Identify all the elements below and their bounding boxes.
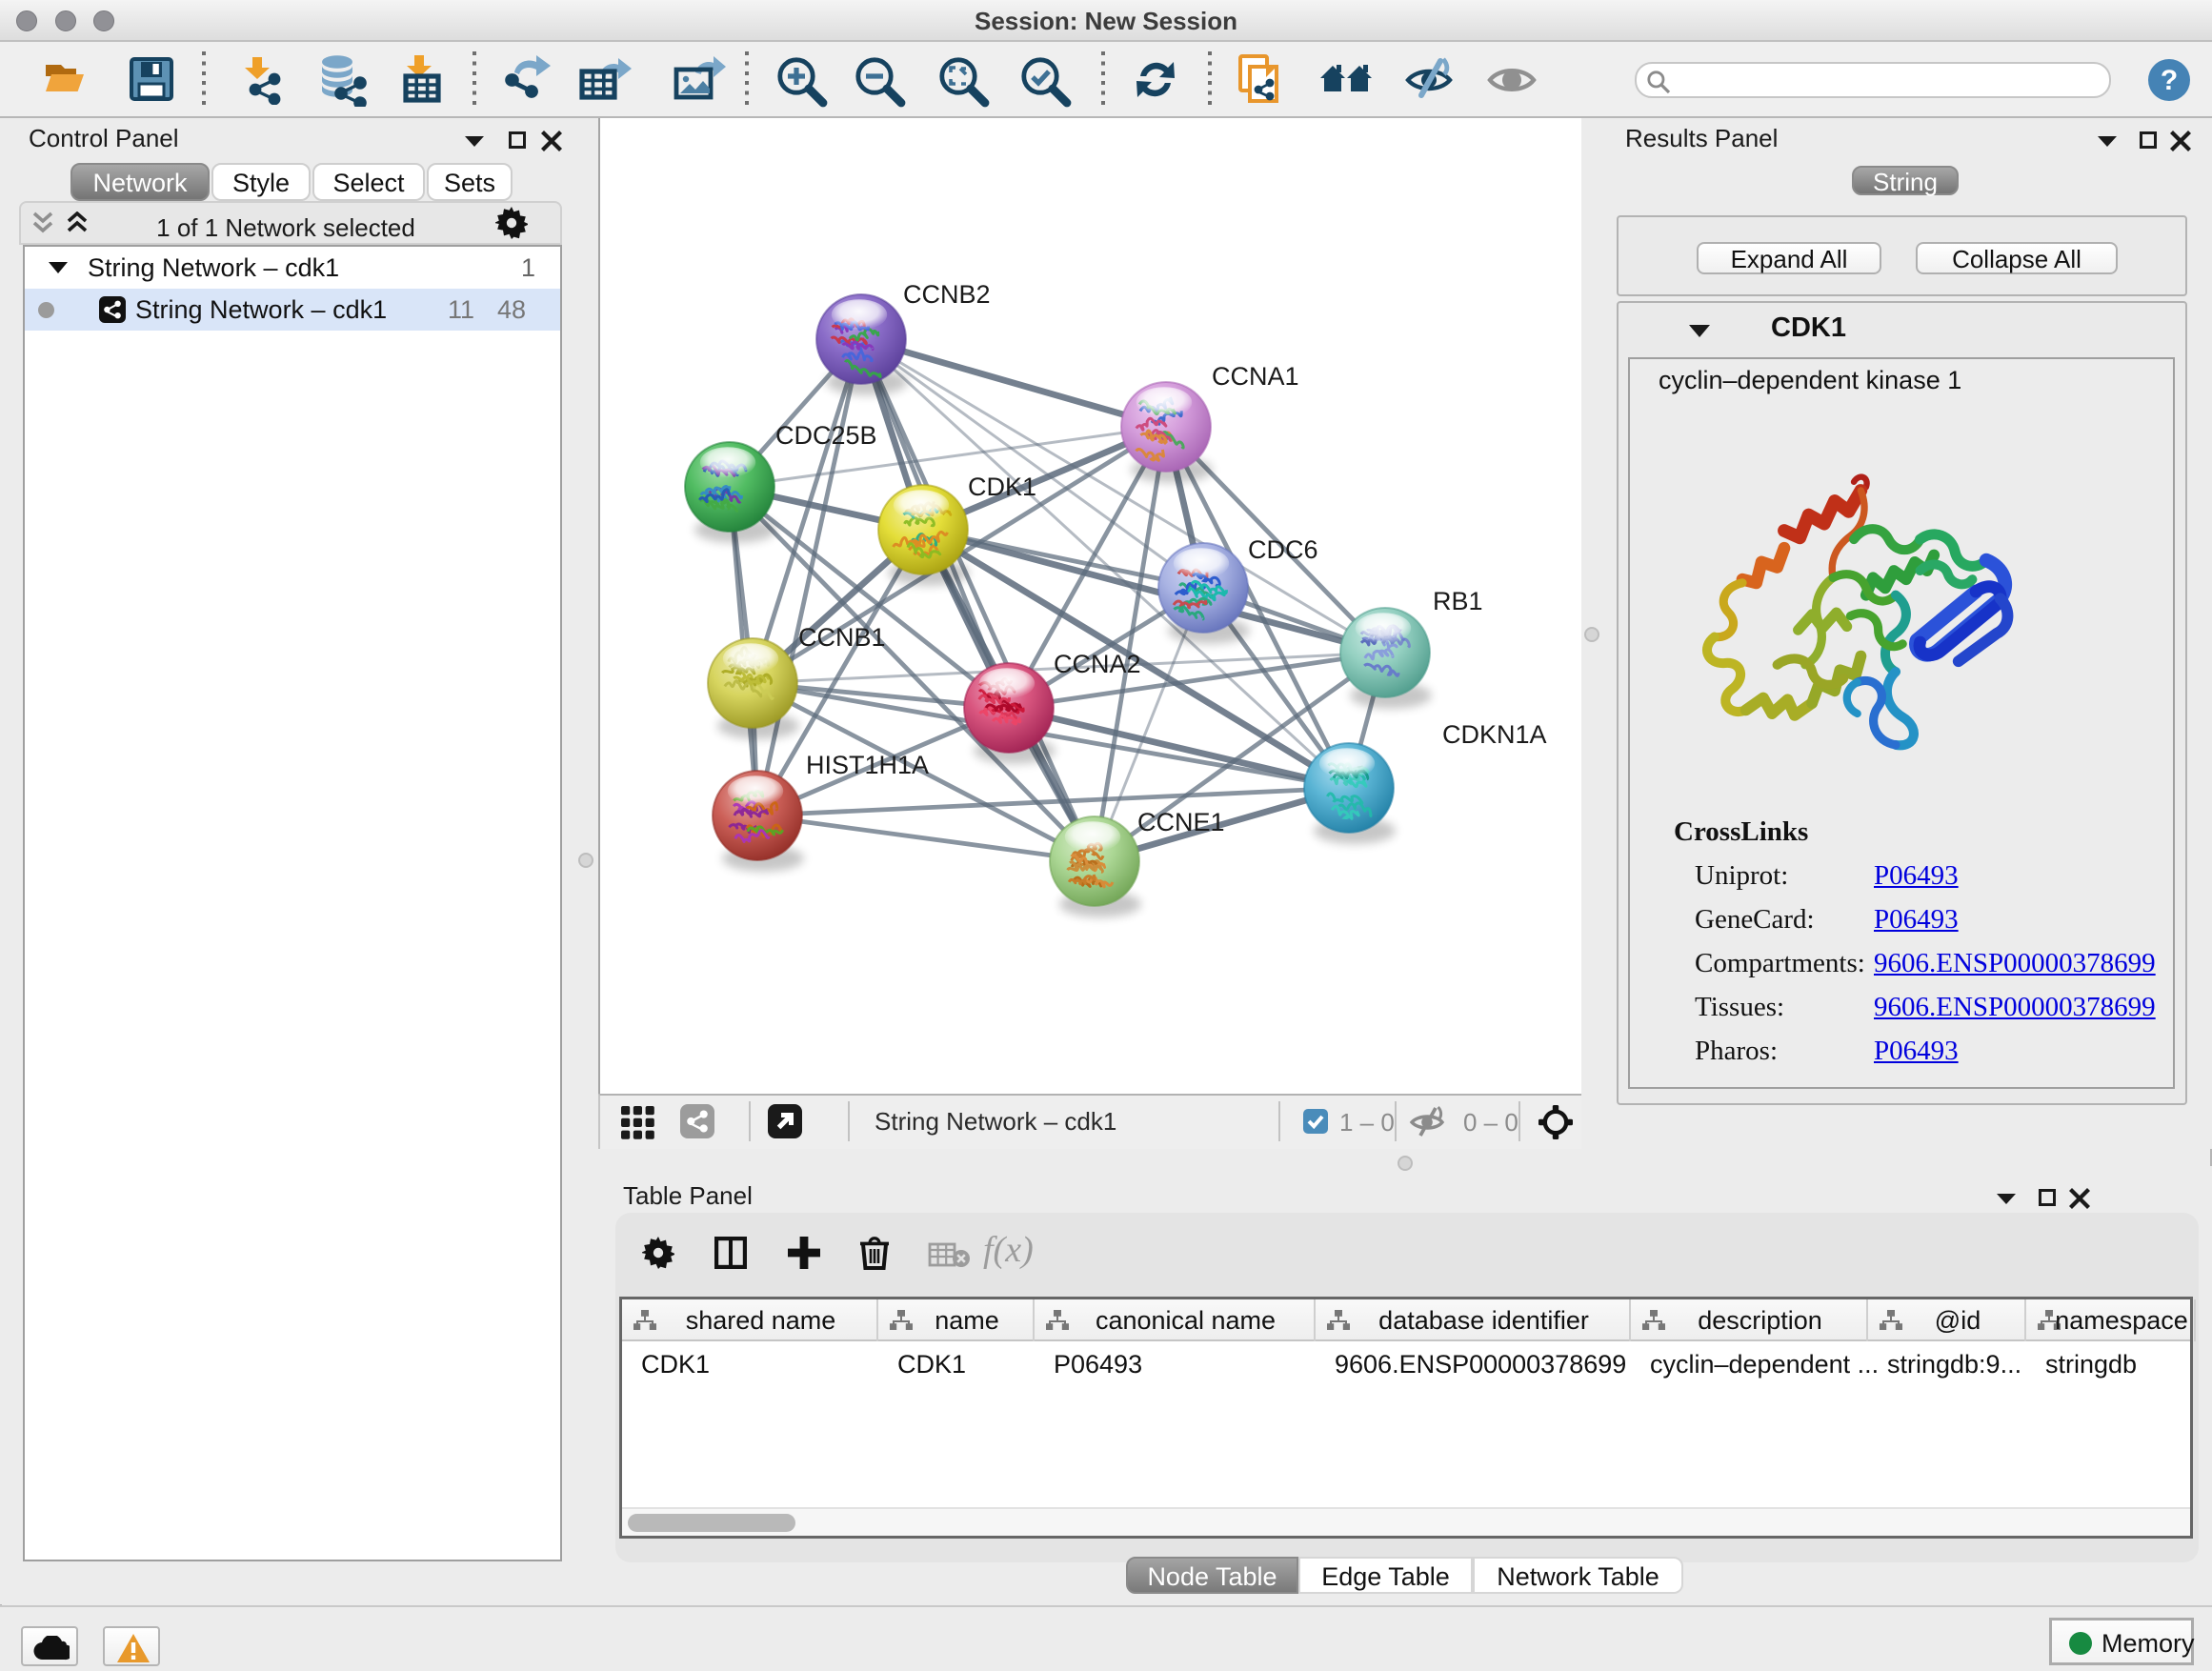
svg-text:CCNE1: CCNE1 (1137, 808, 1225, 836)
svg-text:CDC25B: CDC25B (775, 421, 877, 450)
svg-text:CCNA1: CCNA1 (1212, 362, 1299, 391)
svg-text:?: ? (2161, 65, 2178, 96)
svg-text:HIST1H1A: HIST1H1A (806, 751, 929, 779)
svg-text:CCNB2: CCNB2 (903, 280, 991, 309)
svg-text:RB1: RB1 (1433, 587, 1483, 615)
svg-text:CDC6: CDC6 (1248, 535, 1318, 564)
svg-text:CDK1: CDK1 (968, 473, 1036, 501)
svg-text:CCNA2: CCNA2 (1054, 650, 1141, 678)
svg-text:CCNB1: CCNB1 (798, 623, 886, 652)
svg-text:CDKN1A: CDKN1A (1442, 720, 1547, 749)
